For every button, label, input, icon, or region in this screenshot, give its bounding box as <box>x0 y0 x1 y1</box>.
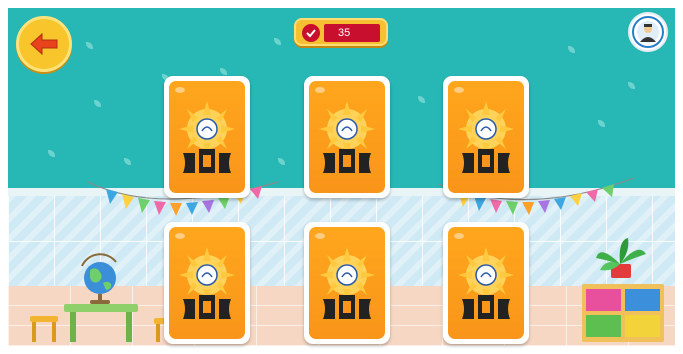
memory-card-1[interactable] <box>164 76 250 198</box>
sunflower-emblem-icon <box>458 247 514 319</box>
storage-shelf <box>582 284 664 342</box>
back-button[interactable] <box>16 16 72 72</box>
sunflower-emblem-icon <box>319 101 375 173</box>
card-back <box>169 81 245 193</box>
card-back <box>448 81 524 193</box>
score-value: 35 <box>324 24 380 42</box>
card-back <box>448 227 524 339</box>
memory-card-4[interactable] <box>164 222 250 344</box>
card-back <box>169 227 245 339</box>
sunflower-emblem-icon <box>458 101 514 173</box>
arrow-left-icon <box>30 33 58 55</box>
score-counter: 35 <box>294 18 388 46</box>
memory-card-5[interactable] <box>304 222 390 344</box>
memory-card-6[interactable] <box>443 222 529 344</box>
card-back <box>309 227 385 339</box>
sunflower-emblem-icon <box>179 101 235 173</box>
stool <box>30 316 58 342</box>
sunflower-emblem-icon <box>179 247 235 319</box>
sunflower-emblem-icon <box>319 247 375 319</box>
globe-on-table <box>64 253 138 342</box>
card-back <box>309 81 385 193</box>
potted-plant <box>596 238 646 278</box>
memory-card-3[interactable] <box>443 76 529 198</box>
memory-card-2[interactable] <box>304 76 390 198</box>
checkmark-icon <box>302 24 320 42</box>
school-emblem-icon[interactable] <box>628 12 668 52</box>
